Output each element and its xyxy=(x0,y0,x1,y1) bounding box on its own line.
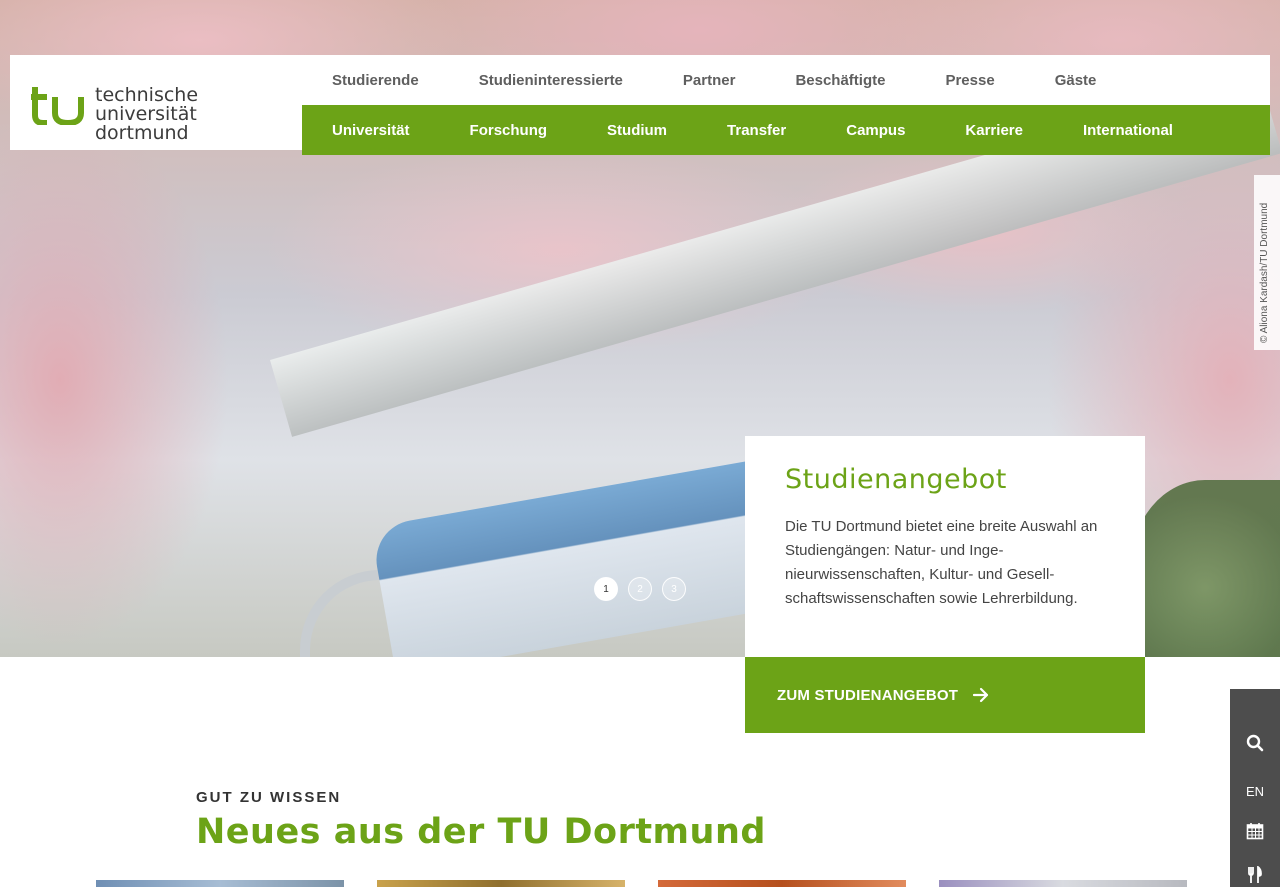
monorail-train xyxy=(370,454,810,657)
language-switch[interactable]: EN xyxy=(1230,776,1280,806)
search-button[interactable] xyxy=(1230,728,1280,758)
slide-dot-3[interactable]: 3 xyxy=(662,577,686,601)
nav-universitaet[interactable]: Universität xyxy=(332,122,410,139)
calendar-icon xyxy=(1246,823,1264,840)
nav-beschaeftigte[interactable]: Beschäftigte xyxy=(795,72,885,89)
cutlery-icon xyxy=(1248,866,1262,883)
nav-studieninteressierte[interactable]: Studieninteressierte xyxy=(479,72,623,89)
nav-studierende[interactable]: Studierende xyxy=(332,72,419,89)
nav-transfer[interactable]: Transfer xyxy=(727,122,786,139)
tu-logo-icon xyxy=(31,87,84,125)
tree xyxy=(1130,480,1280,657)
nav-campus[interactable]: Campus xyxy=(846,122,905,139)
logo-line2: dortmund xyxy=(95,122,189,144)
section-kicker: GUT ZU WISSEN xyxy=(196,789,342,806)
nav-forschung[interactable]: Forschung xyxy=(470,122,548,139)
news-card-2-image[interactable] xyxy=(377,880,625,887)
nav-gaeste[interactable]: Gäste xyxy=(1055,72,1097,89)
photo-credit-text: © Aliona Kardash/TU Dortmund xyxy=(1259,202,1270,343)
side-toolbar: EN xyxy=(1230,689,1280,887)
news-card-1-image[interactable] xyxy=(96,880,344,887)
studienangebot-button[interactable]: ZUM STUDIENANGEBOT xyxy=(745,657,1145,733)
news-card-3-image[interactable] xyxy=(658,880,906,887)
section-title: Neues aus der TU Dortmund xyxy=(196,812,766,852)
arrow-right-icon xyxy=(973,687,989,703)
nav-presse[interactable]: Presse xyxy=(945,72,994,89)
slide-dot-1[interactable]: 1 xyxy=(594,577,618,601)
cta-label: ZUM STUDIENANGEBOT xyxy=(777,686,959,704)
teaser-text: Die TU Dortmund bietet eine breite Aus­w… xyxy=(785,518,1098,607)
news-card-4-image[interactable] xyxy=(939,880,1187,887)
nav-studium[interactable]: Studium xyxy=(607,122,667,139)
audience-nav: Studierende Studieninteressierte Partner… xyxy=(302,55,1270,105)
teaser-card: Studienangebot Die TU Dortmund bietet ei… xyxy=(745,436,1145,657)
slider-pagination: 1 2 3 xyxy=(594,577,686,601)
main-nav: Universität Forschung Studium Transfer C… xyxy=(302,105,1270,155)
teaser-title: Studienangebot xyxy=(785,464,1007,495)
logo-line1: technische universität xyxy=(95,84,199,125)
logo-link[interactable]: technische universität dortmund xyxy=(10,55,302,150)
mensa-button[interactable] xyxy=(1230,860,1280,887)
logo-text: technische universität dortmund xyxy=(95,86,302,143)
nav-karriere[interactable]: Karriere xyxy=(965,122,1023,139)
search-icon xyxy=(1246,734,1264,752)
slide-dot-2[interactable]: 2 xyxy=(628,577,652,601)
photo-credit: © Aliona Kardash/TU Dortmund xyxy=(1254,175,1280,350)
nav-partner[interactable]: Partner xyxy=(683,72,736,89)
nav-international[interactable]: International xyxy=(1083,122,1173,139)
calendar-button[interactable] xyxy=(1230,816,1280,846)
